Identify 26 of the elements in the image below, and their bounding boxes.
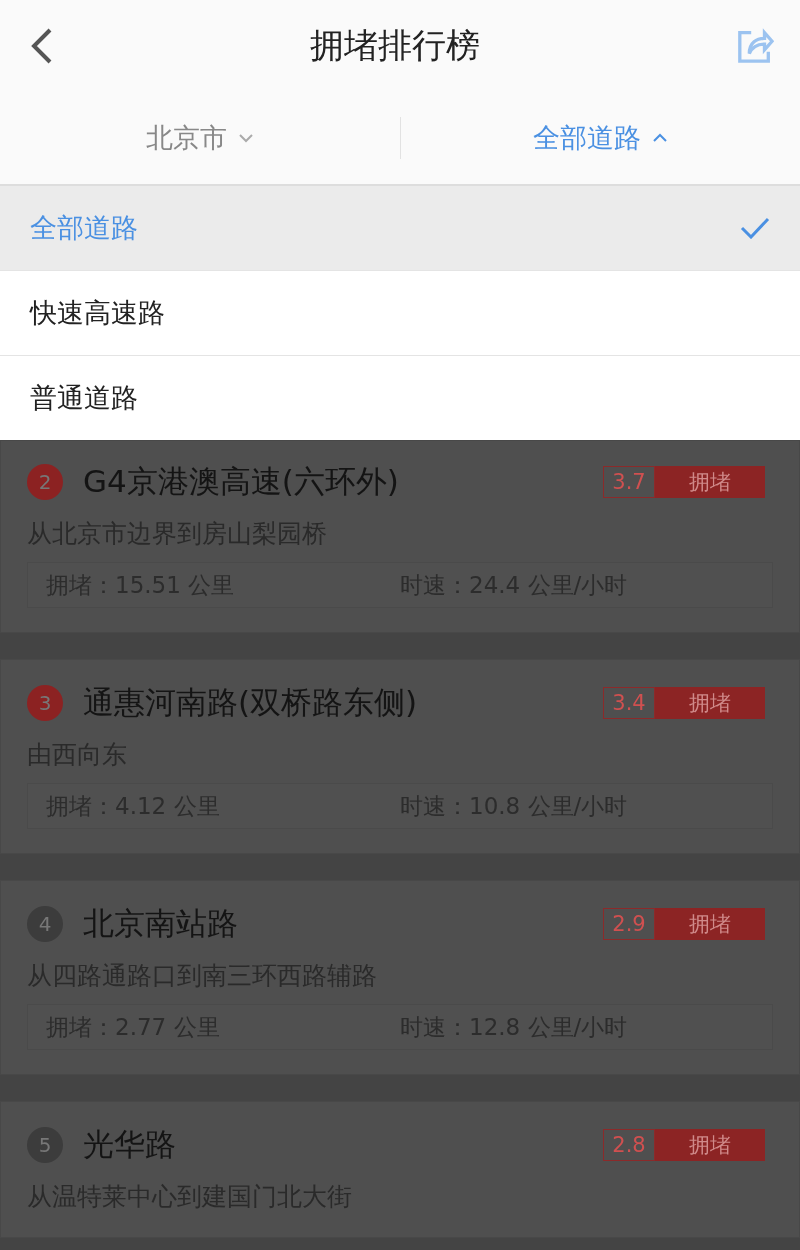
congestion-status: 拥堵: [655, 466, 765, 498]
menu-item[interactable]: 快速高速路: [0, 271, 800, 356]
congestion-status: 拥堵: [655, 908, 765, 940]
back-icon[interactable]: [30, 26, 54, 66]
congestion-index: 2.9: [603, 908, 655, 940]
caret-icon: [653, 133, 668, 143]
road-name: 北京南站路: [83, 904, 239, 943]
menu-item[interactable]: 全部道路: [0, 186, 800, 271]
rank-badge: 3: [27, 685, 63, 721]
rank-badge: 2: [27, 464, 63, 500]
page-title: 拥堵排行榜: [310, 24, 480, 67]
rank-badge: 5: [27, 1127, 63, 1163]
congestion-status: 拥堵: [655, 687, 765, 719]
check-icon: [740, 217, 770, 239]
menu-item[interactable]: 普通道路: [0, 356, 800, 440]
caret-icon: [239, 133, 254, 143]
congestion-index: 3.4: [603, 687, 655, 719]
road-name: 通惠河南路(双桥路东侧): [83, 683, 419, 722]
congestion-index: 3.7: [603, 466, 655, 498]
rank-badge: 4: [27, 906, 63, 942]
congestion-status: 拥堵: [655, 1129, 765, 1161]
filter-dropdown[interactable]: 全部道路: [400, 120, 800, 156]
filter-dropdown[interactable]: 北京市: [0, 120, 400, 156]
road-name: 光华路: [83, 1125, 177, 1164]
congestion-index: 2.8: [603, 1129, 655, 1161]
road-name: G4京港澳高速(六环外): [83, 462, 400, 501]
